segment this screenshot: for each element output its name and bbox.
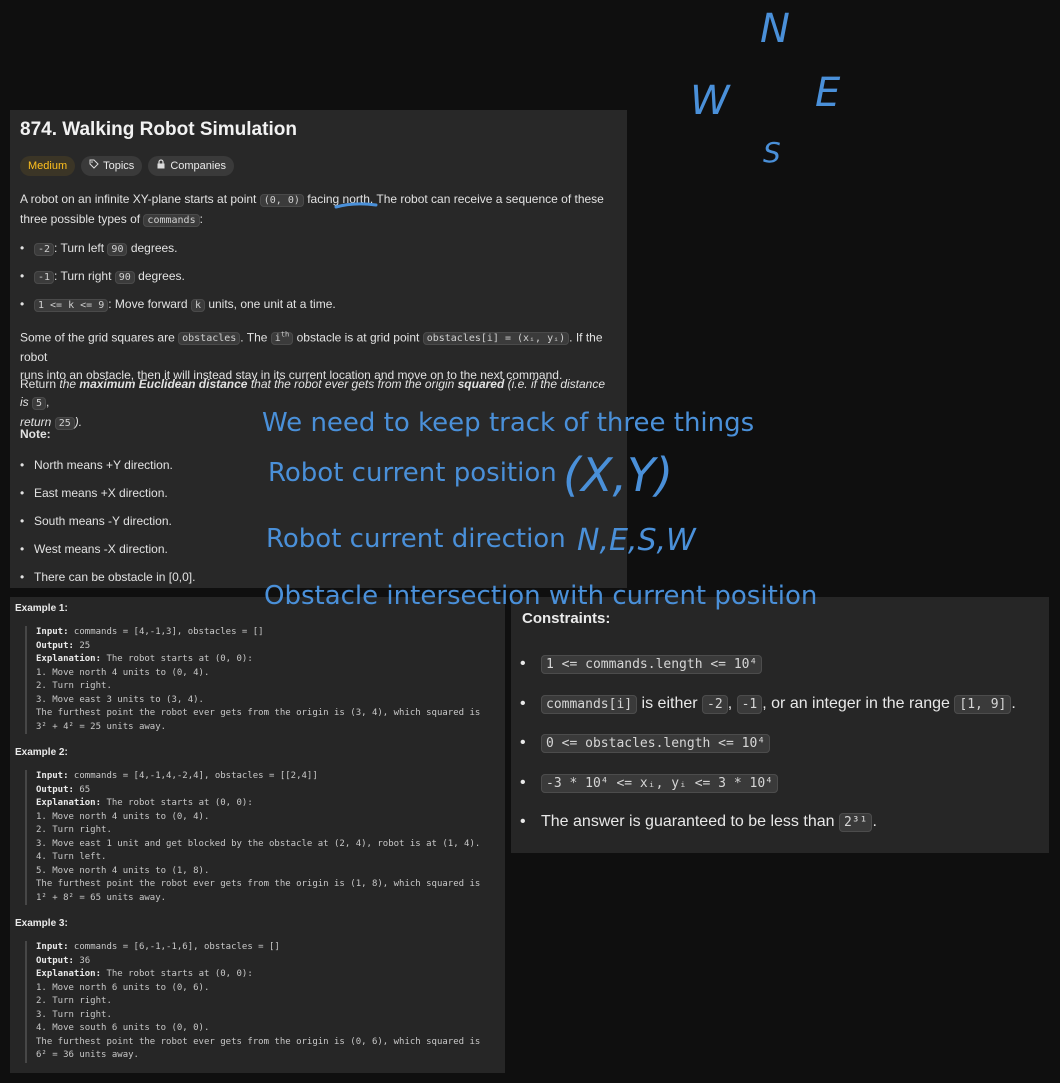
companies-label: Companies	[170, 160, 226, 172]
annotation-direction: Robot current direction	[266, 524, 566, 554]
list-item: 0 <= obstacles.length <= 10⁴	[520, 731, 771, 756]
tag-icon	[89, 156, 99, 176]
compass-north-label: N	[760, 6, 790, 52]
annotation-xy: (X,Y)	[563, 448, 674, 502]
list-item: East means +X direction.	[20, 484, 168, 502]
difficulty-badge[interactable]: Medium	[20, 156, 76, 176]
example-heading: Example 3:	[15, 918, 68, 929]
lock-icon	[156, 156, 166, 176]
list-item: South means -Y direction.	[20, 512, 172, 530]
compass-south-label: S	[763, 136, 781, 169]
list-item: 1 <= k <= 9: Move forward k units, one u…	[20, 295, 336, 315]
list-item: The answer is guaranteed to be less than…	[520, 810, 877, 835]
constraints-panel: Constraints: 1 <= commands.length <= 10⁴…	[511, 597, 1049, 853]
list-item: West means -X direction.	[20, 540, 168, 558]
difficulty-label: Medium	[28, 160, 68, 172]
example-block: Input: commands = [4,-1,4,-2,4], obstacl…	[25, 770, 480, 905]
annotation-directions: N,E,S,W	[577, 523, 696, 558]
tag-row: Medium Topics Companies	[20, 156, 234, 176]
problem-description-panel: 874. Walking Robot Simulation Medium Top…	[10, 110, 627, 588]
example-block: Input: commands = [6,-1,-1,6], obstacles…	[25, 941, 480, 1063]
companies-tag[interactable]: Companies	[148, 156, 234, 176]
example-block: Input: commands = [4,-1,3], obstacles = …	[25, 626, 480, 734]
annotation-obstacle: Obstacle intersection with current posit…	[264, 581, 818, 611]
list-item: -3 * 10⁴ <= xᵢ, yᵢ <= 3 * 10⁴	[520, 771, 778, 796]
constraints-heading: Constraints:	[522, 610, 611, 627]
annotation-position: Robot current position	[268, 458, 557, 488]
list-item: 1 <= commands.length <= 10⁴	[520, 652, 763, 677]
compass-east-label: E	[815, 70, 841, 116]
topics-tag[interactable]: Topics	[81, 156, 143, 176]
compass-west-label: W	[690, 78, 730, 124]
examples-panel: Example 1: Input: commands = [4,-1,3], o…	[10, 597, 505, 1073]
problem-title: 874. Walking Robot Simulation	[20, 119, 297, 140]
annotation-heading: We need to keep track of three things	[262, 408, 755, 438]
example-heading: Example 2:	[15, 747, 68, 758]
list-item: -2: Turn left 90 degrees.	[20, 239, 178, 259]
intro-paragraph: A robot on an infinite XY-plane starts a…	[20, 192, 604, 227]
list-item: commands[i] is either -2, -1, or an inte…	[520, 692, 1016, 717]
topics-label: Topics	[103, 160, 135, 172]
list-item: -1: Turn right 90 degrees.	[20, 267, 185, 287]
underline-mark	[334, 202, 378, 209]
list-item: There can be obstacle in [0,0].	[20, 568, 195, 586]
list-item: North means +Y direction.	[20, 456, 173, 474]
example-heading: Example 1:	[15, 603, 68, 614]
